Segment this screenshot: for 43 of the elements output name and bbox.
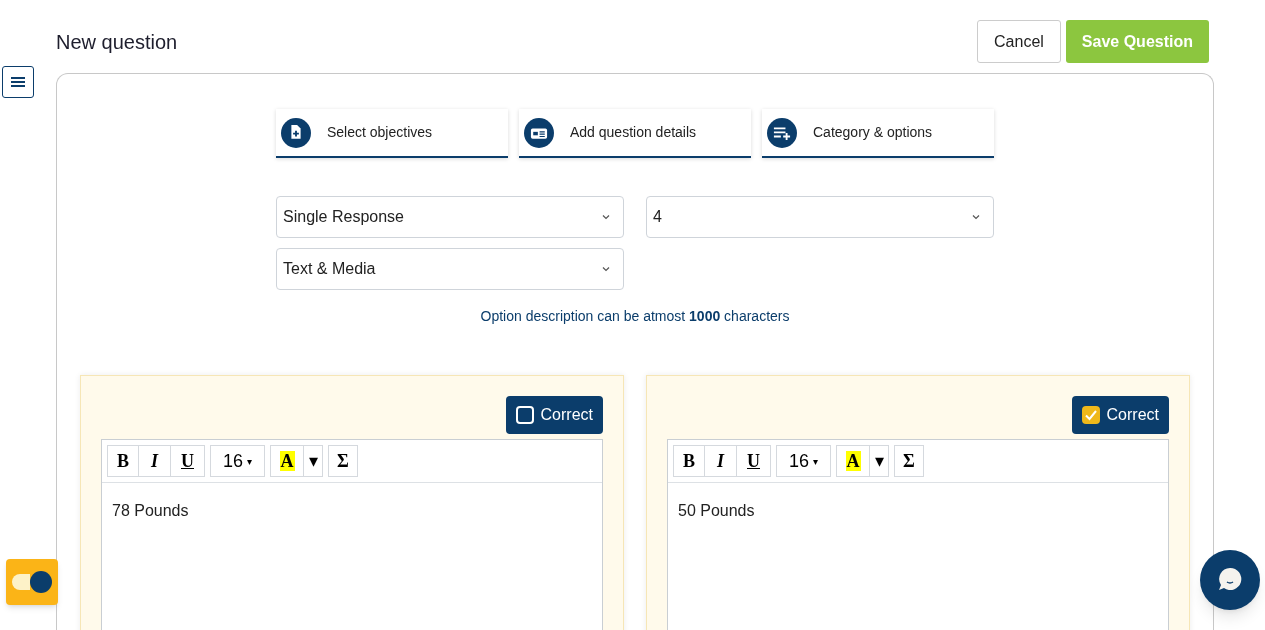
step-tab[interactable]: Add question details bbox=[519, 109, 751, 158]
chevron-down-icon bbox=[601, 264, 611, 274]
id-card-icon bbox=[524, 117, 554, 148]
character-limit-note: Option description can be atmost 1000 characters bbox=[479, 307, 791, 326]
underline-button[interactable]: U bbox=[171, 445, 205, 477]
page-title: New question bbox=[56, 29, 178, 55]
step-tab[interactable]: Category & options bbox=[762, 109, 994, 158]
chevron-down-icon bbox=[971, 212, 981, 222]
highlight-color-button[interactable]: A bbox=[270, 445, 304, 477]
dropdown-select[interactable]: Text & Media bbox=[276, 248, 624, 290]
italic-button[interactable]: I bbox=[705, 445, 737, 477]
correct-toggle[interactable]: Correct bbox=[1071, 396, 1169, 434]
option-text: 78 Pounds bbox=[111, 501, 190, 521]
menu-icon bbox=[10, 76, 26, 88]
underline-button[interactable]: U bbox=[737, 445, 771, 477]
switch-track bbox=[12, 574, 30, 590]
select-value: 4 bbox=[653, 207, 662, 227]
option-text: 50 Pounds bbox=[677, 501, 756, 521]
rich-text-editor[interactable]: B I U 16 ▾ A ▾ Σ 50 Pounds bbox=[667, 439, 1169, 630]
toggle-switch[interactable] bbox=[6, 559, 58, 605]
correct-toggle[interactable]: Correct bbox=[505, 396, 603, 434]
file-plus-icon bbox=[281, 117, 311, 148]
select-value: Text & Media bbox=[283, 259, 376, 279]
font-size-dropdown[interactable]: 16 ▾ bbox=[210, 445, 265, 477]
select-value: Single Response bbox=[283, 207, 404, 227]
menu-button[interactable] bbox=[2, 66, 34, 98]
dropdown-select[interactable]: Single Response bbox=[276, 196, 624, 238]
bold-button[interactable]: B bbox=[107, 445, 139, 477]
font-size-dropdown[interactable]: 16 ▾ bbox=[776, 445, 831, 477]
color-dropdown-button[interactable]: ▾ bbox=[304, 445, 323, 477]
list-plus-icon bbox=[767, 117, 797, 148]
step-tab[interactable]: Select objectives bbox=[276, 109, 508, 158]
cancel-button[interactable]: Cancel bbox=[977, 20, 1061, 63]
rich-text-editor[interactable]: B I U 16 ▾ A ▾ Σ 78 Pounds bbox=[101, 439, 603, 630]
italic-button[interactable]: I bbox=[139, 445, 171, 477]
bold-button[interactable]: B bbox=[673, 445, 705, 477]
chevron-down-icon bbox=[601, 212, 611, 222]
highlight-color-button[interactable]: A bbox=[836, 445, 870, 477]
dropdown-select[interactable]: 4 bbox=[646, 196, 994, 238]
color-dropdown-button[interactable]: ▾ bbox=[870, 445, 889, 477]
formula-button[interactable]: Σ bbox=[328, 445, 358, 477]
formula-button[interactable]: Σ bbox=[894, 445, 924, 477]
chat-button[interactable] bbox=[1200, 550, 1260, 610]
